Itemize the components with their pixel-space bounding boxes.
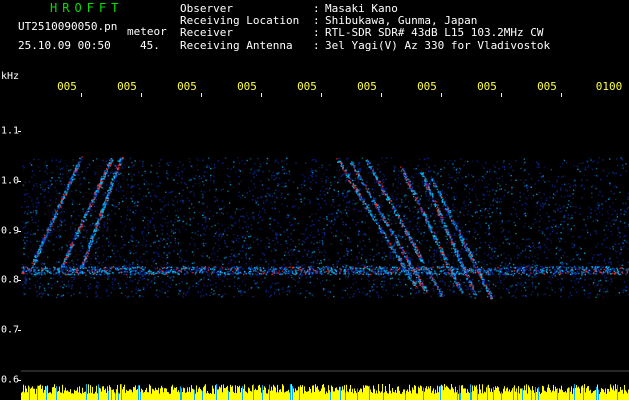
time-tick-label: 005 (417, 80, 437, 93)
info-separator: : (313, 38, 320, 52)
time-tick-label: 0100 (595, 80, 623, 93)
info-value: RTL-SDR SDR# 43dB L15 103.2MHz CW (325, 26, 544, 40)
time-tick-label: 005 (177, 80, 197, 93)
time-tick-label: 005 (537, 80, 557, 93)
station-info-table: Observer : Masaki Kano Receiving Locatio… (180, 2, 551, 52)
info-label: Receiver (180, 26, 233, 40)
frequency-tick-label: 1.1 (1, 125, 20, 137)
frequency-tick-label: 0.8 (1, 274, 20, 286)
frequency-unit-label: kHz (1, 71, 20, 82)
spectrogram-canvas (21, 156, 629, 400)
time-tick-label: 005 (237, 80, 257, 93)
frequency-tick-label: 0.9 (1, 225, 20, 237)
timestamp: 25.10.09 00:50 (18, 39, 111, 52)
info-label: Receiving Antenna (180, 38, 293, 52)
info-separator: : (313, 26, 320, 40)
frequency-tick-label: 1.0 (1, 175, 20, 187)
frequency-tick-label: 0.6 (1, 374, 20, 386)
info-value: 3el Yagi(V) Az 330 for Vladivostok (325, 38, 551, 52)
spectrogram-plot (21, 97, 629, 400)
time-tick-label: 005 (357, 80, 377, 93)
level-bar (21, 384, 629, 400)
frequency-tick-label: 0.7 (1, 324, 20, 336)
file-name: UT2510090050.pn (18, 20, 118, 33)
threshold-value: 45. (140, 39, 160, 52)
info-row-receiver: Receiver : RTL-SDR SDR# 43dB L15 103.2MH… (180, 27, 550, 39)
file-kind: meteor (127, 25, 167, 38)
app-title: HROFFT (50, 1, 124, 15)
time-tick-label: 005 (477, 80, 497, 93)
info-row-antenna: Receiving Antenna : 3el Yagi(V) Az 330 f… (180, 38, 551, 52)
noise-field (21, 156, 629, 300)
time-tick-label: 005 (57, 80, 77, 93)
time-tick-label: 005 (297, 80, 317, 93)
time-tick-label: 005 (117, 80, 137, 93)
